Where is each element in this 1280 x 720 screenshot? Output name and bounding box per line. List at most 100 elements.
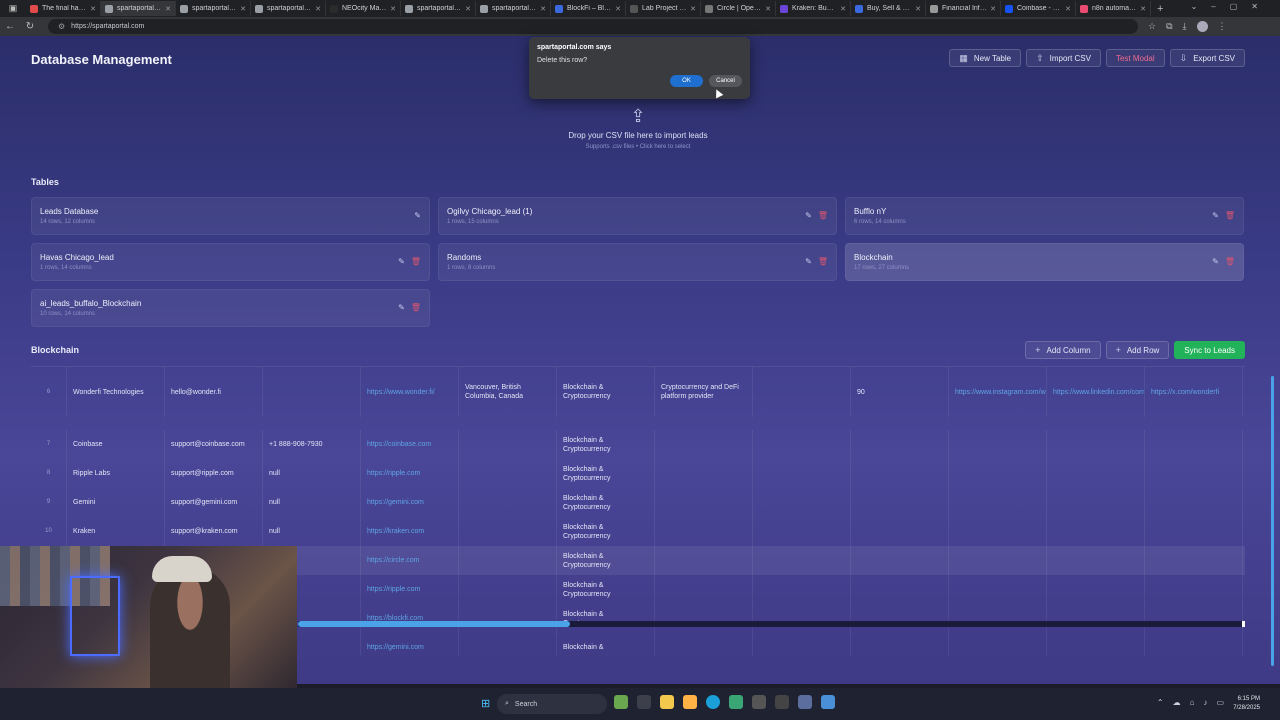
window-controls[interactable]: ⌄–▢✕ xyxy=(1191,2,1272,11)
edit-icon[interactable]: ✎ xyxy=(1212,211,1219,220)
table-row[interactable]: 8 Ripple Labs support@ripple.com null https:… xyxy=(31,459,1245,488)
table-card[interactable]: Ogilvy Chicago_lead (1) 1 rows, 15 column… xyxy=(438,197,837,235)
table-cell-c10[interactable] xyxy=(949,575,1047,604)
tab-close-icon[interactable]: ✕ xyxy=(165,5,171,13)
table-cell-website[interactable]: https://ripple.com xyxy=(361,575,459,604)
app-icon[interactable] xyxy=(798,695,812,709)
table-cell-c10[interactable] xyxy=(949,459,1047,488)
network-icon[interactable]: ⌂ xyxy=(1190,698,1195,707)
csv-drop-zone[interactable]: ⇪ Drop your CSV file here to import lead… xyxy=(31,94,1245,154)
table-cell-c10[interactable] xyxy=(949,604,1047,633)
tab-close-icon[interactable]: ✕ xyxy=(390,5,396,13)
tab-close-icon[interactable]: ✕ xyxy=(915,5,921,13)
import-csv-button[interactable]: ⇧ Import CSV xyxy=(1026,49,1101,67)
horizontal-scrollbar-thumb[interactable] xyxy=(298,621,570,627)
table-cell-c12[interactable] xyxy=(1145,459,1243,488)
app-icon[interactable] xyxy=(683,695,697,709)
window-menu-icon[interactable]: ▣ xyxy=(0,0,26,17)
table-cell-c10[interactable]: https://www.instagram.com/wonderfi/ xyxy=(949,367,1047,417)
browser-tab[interactable]: n8n automation ✕ xyxy=(1076,1,1151,16)
tab-close-icon[interactable]: ✕ xyxy=(1065,5,1071,13)
export-csv-button[interactable]: ⇩ Export CSV xyxy=(1169,49,1245,67)
app-icon[interactable] xyxy=(752,695,766,709)
new-table-button[interactable]: ▦ New Table xyxy=(949,49,1022,67)
reload-icon[interactable]: ↻ xyxy=(20,21,40,32)
tab-close-icon[interactable]: ✕ xyxy=(1140,5,1146,13)
edit-icon[interactable]: ✎ xyxy=(805,211,812,220)
table-cell-website[interactable]: https://ripple.com xyxy=(361,459,459,488)
browser-tab[interactable]: Buy, Sell & Trade✕ xyxy=(851,1,926,16)
browser-tab[interactable]: Circle | Open infr✕ xyxy=(701,1,776,16)
table-cell-c12[interactable]: https://x.com/wonderfi xyxy=(1145,367,1243,417)
url-field[interactable]: ⚙ https://spartaportal.com xyxy=(48,19,1138,34)
cloud-icon[interactable]: ☁ xyxy=(1173,698,1181,707)
table-cell-c10[interactable] xyxy=(949,633,1047,656)
table-cell-c11[interactable] xyxy=(1047,459,1145,488)
table-cell-website[interactable]: https://kraken.com xyxy=(361,517,459,546)
table-card[interactable]: ai_leads_buffalo_Blockchain 10 rows, 14 c… xyxy=(31,289,430,327)
trash-icon[interactable]: 🗑 xyxy=(411,303,421,312)
table-cell-c11[interactable] xyxy=(1047,488,1145,517)
tab-close-icon[interactable]: ✕ xyxy=(990,5,996,13)
table-cell-c12[interactable] xyxy=(1145,604,1243,633)
table-cell-c11[interactable] xyxy=(1047,604,1145,633)
table-card[interactable]: Randoms 1 rows, 8 columns ✎ 🗑 xyxy=(438,243,837,281)
table-row[interactable]: 7 Coinbase support@coinbase.com +1 888-908-… xyxy=(31,430,1245,459)
table-cell-c11[interactable] xyxy=(1047,546,1145,575)
windows-start-icon[interactable]: ⊞ xyxy=(481,697,492,710)
table-cell-c11[interactable] xyxy=(1047,430,1145,459)
browser-tab[interactable]: NEOcity Marketi✕ xyxy=(326,1,401,16)
tab-close-icon[interactable]: ✕ xyxy=(765,5,771,13)
table-cell-website[interactable]: https://coinbase.com xyxy=(361,430,459,459)
file-explorer-icon[interactable] xyxy=(660,695,674,709)
browser-tab[interactable]: spartaportal.com✕ xyxy=(251,1,326,16)
edit-icon[interactable]: ✎ xyxy=(414,211,421,220)
table-cell-c12[interactable] xyxy=(1145,546,1243,575)
edit-icon[interactable]: ✎ xyxy=(1212,257,1219,266)
trash-icon[interactable]: 🗑 xyxy=(1225,211,1235,220)
table-cell-c12[interactable] xyxy=(1145,633,1243,656)
dialog-ok-button[interactable]: OK xyxy=(670,75,703,87)
dialog-cancel-button[interactable]: Cancel xyxy=(709,75,742,87)
browser-tab[interactable]: spartaportal.com✕ xyxy=(176,1,251,16)
table-card[interactable]: Havas Chicago_lead 1 rows, 14 columns ✎ 🗑 xyxy=(31,243,430,281)
table-cell-c12[interactable] xyxy=(1145,517,1243,546)
bookmark-star-icon[interactable]: ☆ xyxy=(1148,21,1156,32)
tab-close-icon[interactable]: ✕ xyxy=(540,5,546,13)
app-icon[interactable] xyxy=(729,695,743,709)
edit-icon[interactable]: ✎ xyxy=(805,257,812,266)
vertical-scrollbar[interactable] xyxy=(1271,376,1274,666)
tab-close-icon[interactable]: ✕ xyxy=(615,5,621,13)
browser-tab[interactable]: Coinbase - Buy a✕ xyxy=(1001,1,1076,16)
sync-to-leads-button[interactable]: Sync to Leads xyxy=(1174,341,1245,359)
trash-icon[interactable]: 🗑 xyxy=(818,211,828,220)
table-cell-c12[interactable] xyxy=(1145,575,1243,604)
browser-tab[interactable]: Financial Infrastr✕ xyxy=(926,1,1001,16)
tab-close-icon[interactable]: ✕ xyxy=(240,5,246,13)
browser-tab[interactable]: Kraken: Buy and✕ xyxy=(776,1,851,16)
horizontal-scrollbar[interactable] xyxy=(298,621,1245,627)
table-cell-c10[interactable] xyxy=(949,546,1047,575)
table-row[interactable]: 9 Gemini support@gemini.com null https://gem… xyxy=(31,488,1245,517)
back-icon[interactable]: ← xyxy=(0,21,20,32)
tab-close-icon[interactable]: ✕ xyxy=(315,5,321,13)
app-icon[interactable] xyxy=(614,695,628,709)
battery-icon[interactable]: ▭ xyxy=(1216,698,1224,707)
table-row[interactable]: 10 Kraken support@kraken.com null https://kr… xyxy=(31,517,1245,546)
table-cell-c10[interactable] xyxy=(949,517,1047,546)
browser-tab[interactable]: Lab Project Spar✕ xyxy=(626,1,701,16)
table-card[interactable]: Bufflo nY 6 rows, 14 columns ✎ 🗑 xyxy=(845,197,1244,235)
table-card[interactable]: Blockchain 17 rows, 27 columns ✎ 🗑 xyxy=(845,243,1244,281)
table-cell-c10[interactable] xyxy=(949,430,1047,459)
downloads-icon[interactable]: ⤓ xyxy=(1183,21,1187,32)
edge-icon[interactable] xyxy=(706,695,720,709)
add-row-button[interactable]: + Add Row xyxy=(1105,341,1170,359)
table-cell-website[interactable]: https://www.wonder.fi/ xyxy=(361,367,459,417)
table-cell-c11[interactable]: https://www.linkedin.com/company/wonderf… xyxy=(1047,367,1145,417)
table-cell-c11[interactable] xyxy=(1047,517,1145,546)
taskbar-clock[interactable]: 6:15 PM 7/28/2025 xyxy=(1233,695,1260,713)
table-cell-c11[interactable] xyxy=(1047,633,1145,656)
table-cell-website[interactable]: https://gemini.com xyxy=(361,488,459,517)
browser-tab[interactable]: The final handbo✕ xyxy=(26,1,101,16)
tray-chevron-icon[interactable]: ⌃ xyxy=(1157,698,1164,707)
